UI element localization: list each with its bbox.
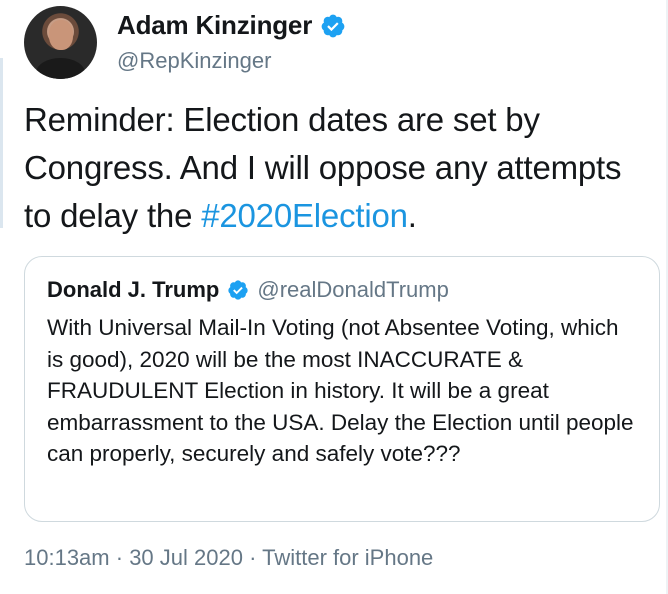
- verified-badge-icon: [320, 13, 346, 39]
- avatar[interactable]: [24, 6, 97, 79]
- tweet-date[interactable]: 30 Jul 2020: [129, 545, 243, 570]
- verified-badge-icon: [227, 279, 249, 301]
- tweet-text-end: .: [407, 197, 417, 234]
- quoted-tweet-text: With Universal Mail-In Voting (not Absen…: [47, 315, 634, 466]
- quoted-display-name: Donald J. Trump: [47, 277, 220, 302]
- tweet-time[interactable]: 10:13am: [24, 545, 110, 570]
- author-display-name[interactable]: Adam Kinzinger: [117, 10, 312, 41]
- author-name-row: Adam Kinzinger: [117, 10, 346, 41]
- avatar-shirt: [36, 58, 85, 79]
- meta-separator: ·: [242, 545, 263, 570]
- left-divider: [0, 58, 3, 228]
- tweet-text: Reminder: Election dates are set by Cong…: [24, 96, 644, 240]
- tweet-source[interactable]: Twitter for iPhone: [262, 545, 433, 570]
- avatar-face: [49, 20, 73, 50]
- quoted-tweet-header: Donald J. Trump @realDonaldTrump: [47, 277, 449, 303]
- author-handle[interactable]: @RepKinzinger: [117, 48, 271, 74]
- tweet-metadata: 10:13am · 30 Jul 2020 · Twitter for iPho…: [24, 545, 433, 571]
- hashtag-link[interactable]: #2020Election: [201, 197, 408, 234]
- quoted-handle: @realDonaldTrump: [257, 277, 449, 302]
- meta-separator: ·: [109, 545, 130, 570]
- quoted-tweet-card[interactable]: Donald J. Trump @realDonaldTrump With Un…: [24, 256, 660, 522]
